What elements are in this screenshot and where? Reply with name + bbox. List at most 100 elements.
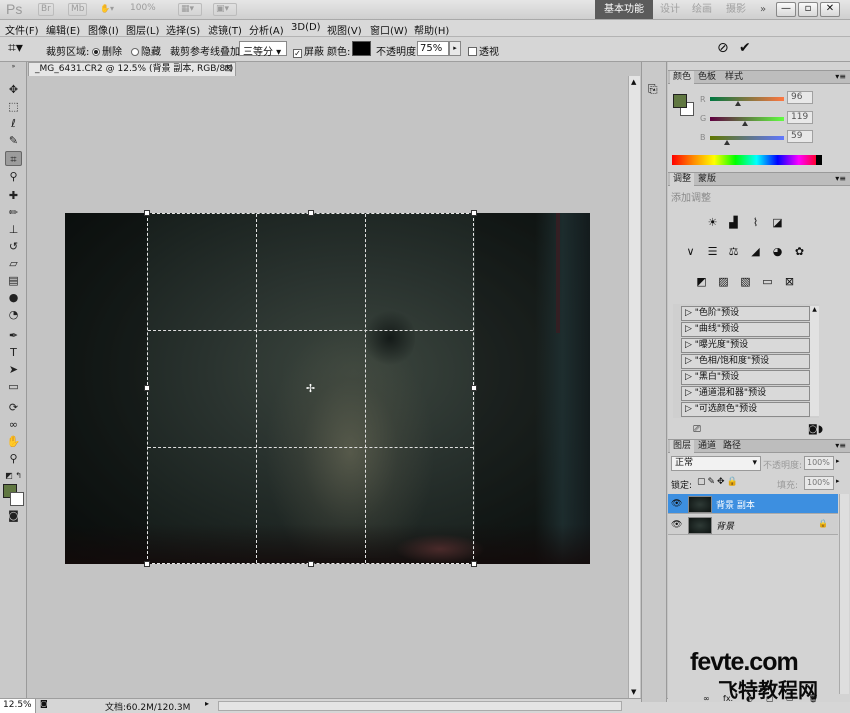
layer-opacity-input[interactable]: 100% — [804, 456, 834, 470]
clone-stamp-tool-icon[interactable]: ⊥ — [5, 222, 22, 237]
channel-g-value[interactable]: 119 — [787, 111, 813, 124]
lock-icons[interactable]: ▢✎✥🔒 — [697, 477, 740, 487]
shield-checkbox-box[interactable]: ✓ — [293, 49, 302, 58]
posterize-icon[interactable]: ▨ — [716, 275, 731, 289]
menu-layer[interactable]: 图层(L) — [126, 22, 159, 37]
photo-filter-icon[interactable]: ◕ — [770, 245, 785, 259]
mini-bridge-button[interactable]: Mb — [68, 3, 88, 16]
layer-row-background[interactable]: 👁 背景 🔒 — [668, 515, 838, 535]
crop-handle-bottom-right[interactable] — [471, 561, 477, 567]
adjust-footer-icon[interactable]: ◙◗ — [808, 424, 823, 435]
adjust-panel-menu-icon[interactable]: ▾≡ — [835, 174, 846, 183]
minimize-button[interactable]: — — [776, 2, 796, 17]
menu-analysis[interactable]: 分析(A) — [249, 22, 284, 37]
channel-b-value[interactable]: 59 — [787, 130, 813, 143]
menu-help[interactable]: 帮助(H) — [414, 22, 449, 37]
hide-radio[interactable]: 隐藏 — [131, 43, 161, 58]
quick-mask-icon[interactable]: ◙ — [5, 508, 22, 523]
zoom-level-readout[interactable]: 100% — [128, 3, 158, 16]
scroll-down-icon[interactable]: ▼ — [631, 688, 636, 696]
overlay-select[interactable]: 三等分 ▾ — [239, 41, 287, 58]
preset-black-white[interactable]: ▷ "黑白"预设 — [681, 370, 810, 385]
presets-scrollbar[interactable]: ▲ — [810, 306, 819, 416]
visibility-eye-icon[interactable]: 👁 — [671, 520, 682, 530]
document-tab[interactable]: _MG_6431.CR2 @ 12.5% (背景 副本, RGB/8*) * ⊠ — [28, 62, 236, 76]
workspace-essentials[interactable]: 基本功能 — [595, 0, 653, 19]
tab-color[interactable]: 颜色 — [670, 71, 695, 84]
cancel-crop-icon[interactable]: ⊘ — [717, 40, 729, 56]
preset-hue-saturation[interactable]: ▷ "色相/饱和度"预设 — [681, 354, 810, 369]
quick-selection-tool-icon[interactable]: ✎ — [5, 133, 22, 148]
vibrance-icon[interactable]: ∨ — [683, 245, 698, 259]
vertical-scrollbar[interactable]: ▲ ▼ — [628, 76, 640, 698]
gradient-tool-icon[interactable]: ▤ — [5, 273, 22, 288]
eyedropper-tool-icon[interactable]: ⚲ — [5, 169, 22, 184]
blur-tool-icon[interactable]: ● — [5, 290, 22, 305]
gradient-map-icon[interactable]: ▭ — [760, 275, 775, 289]
scroll-up-icon[interactable]: ▲ — [631, 78, 636, 86]
commit-crop-icon[interactable]: ✔ — [739, 40, 751, 56]
crop-tool-preset-icon[interactable]: ⌗▾ — [8, 40, 23, 56]
hand-tool-icon[interactable]: ✋ — [5, 434, 22, 449]
workspace-painting[interactable]: 绘画 — [688, 0, 716, 19]
bridge-button[interactable]: Br — [38, 3, 54, 16]
history-brush-tool-icon[interactable]: ↺ — [5, 239, 22, 254]
menu-edit[interactable]: 编辑(E) — [46, 22, 80, 37]
menu-3d[interactable]: 3D(D) — [291, 22, 321, 33]
shield-color-swatch[interactable] — [352, 41, 371, 56]
preset-levels[interactable]: ▷ "色阶"预设 — [681, 306, 810, 321]
status-menu-icon[interactable]: ▸ — [205, 699, 209, 708]
lasso-tool-icon[interactable]: ℓ — [5, 116, 22, 131]
link-layers-icon[interactable]: ∞ — [703, 695, 710, 703]
history-panel-icon[interactable]: ⎘ — [648, 82, 658, 97]
visibility-eye-icon[interactable]: 👁 — [671, 499, 682, 509]
toolbox-collapse-icon[interactable]: » — [5, 64, 22, 70]
path-selection-tool-icon[interactable]: ➤ — [5, 362, 22, 377]
opacity-slider-arrow-icon[interactable]: ▸ — [449, 41, 461, 56]
tab-swatches[interactable]: 色板 — [695, 71, 719, 84]
close-button[interactable]: ✕ — [820, 2, 840, 17]
hue-saturation-icon[interactable]: ☰ — [705, 245, 720, 259]
arrange-documents-icon[interactable]: ▦▾ — [178, 3, 202, 16]
tab-layers[interactable]: 图层 — [670, 440, 695, 453]
crop-handle-top-left[interactable] — [144, 210, 150, 216]
3d-orbit-tool-icon[interactable]: ∞ — [5, 417, 22, 432]
horizontal-scrollbar[interactable] — [218, 701, 622, 711]
perspective-checkbox[interactable]: 透视 — [468, 43, 499, 58]
crop-handle-bottom-left[interactable] — [144, 561, 150, 567]
layer-row-background-copy[interactable]: 👁 背景 副本 — [668, 494, 838, 514]
tab-adjustments[interactable]: 调整 — [670, 173, 695, 186]
marquee-tool-icon[interactable]: ⬚ — [5, 99, 22, 114]
channel-mixer-icon[interactable]: ✿ — [792, 245, 807, 259]
color-panel-menu-icon[interactable]: ▾≡ — [835, 72, 846, 81]
tab-channels[interactable]: 通道 — [695, 440, 719, 453]
delete-radio[interactable]: 删除 — [92, 43, 122, 58]
threshold-icon[interactable]: ▧ — [738, 275, 753, 289]
maximize-button[interactable]: ▫ — [798, 2, 818, 17]
exposure-icon[interactable]: ◪ — [770, 216, 785, 230]
eraser-tool-icon[interactable]: ▱ — [5, 256, 22, 271]
more-workspaces-icon[interactable]: » — [756, 0, 770, 19]
fill-arrow-icon[interactable]: ▸ — [836, 477, 840, 485]
menu-view[interactable]: 视图(V) — [327, 22, 362, 37]
invert-icon[interactable]: ◩ — [694, 275, 709, 289]
opacity-input[interactable]: 75% — [417, 41, 449, 56]
tab-masks[interactable]: 蒙版 — [695, 173, 719, 186]
layers-panel-menu-icon[interactable]: ▾≡ — [835, 441, 846, 450]
crop-handle-right[interactable] — [471, 385, 477, 391]
crop-handle-top[interactable] — [308, 210, 314, 216]
fill-input[interactable]: 100% — [804, 476, 834, 490]
tab-paths[interactable]: 路径 — [720, 440, 744, 453]
workspace-design[interactable]: 设计 — [656, 0, 684, 19]
pen-tool-icon[interactable]: ✒ — [5, 328, 22, 343]
channel-r-value[interactable]: 96 — [787, 91, 813, 104]
channel-g-thumb[interactable] — [741, 121, 748, 126]
menu-window[interactable]: 窗口(W) — [370, 22, 408, 37]
crop-center-point-icon[interactable]: ✢ — [305, 383, 316, 394]
levels-icon[interactable]: ▟ — [726, 216, 741, 230]
channel-b-slider[interactable] — [710, 136, 784, 140]
curves-icon[interactable]: ⌇ — [748, 216, 763, 230]
channel-r-slider[interactable] — [710, 97, 784, 101]
hand-icon[interactable]: ✋▾ — [98, 3, 126, 16]
healing-brush-tool-icon[interactable]: ✚ — [5, 188, 22, 203]
